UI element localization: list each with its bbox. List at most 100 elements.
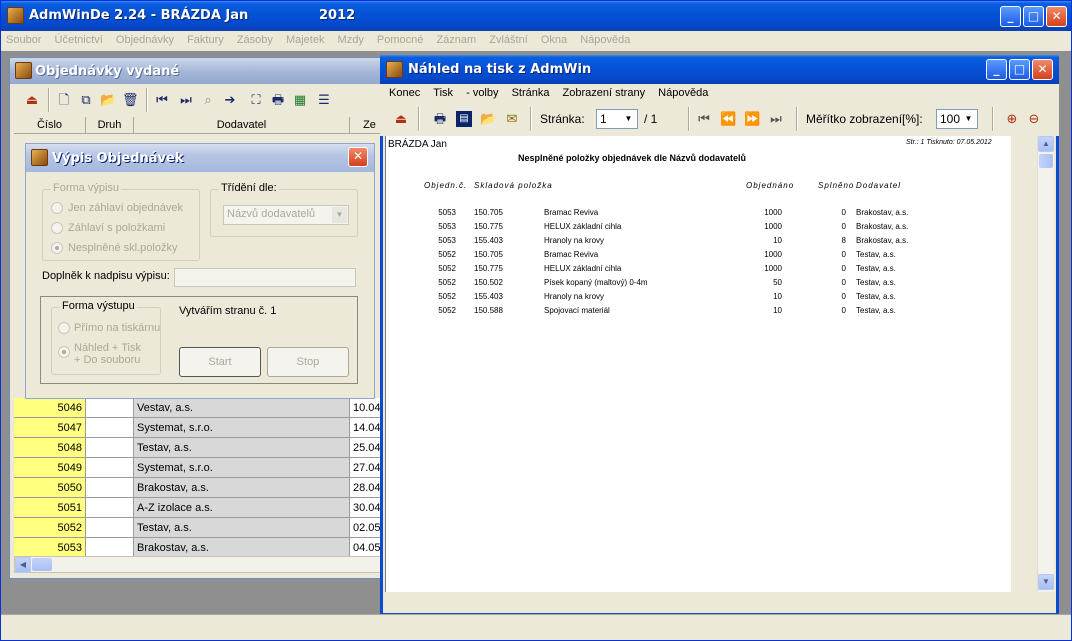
sort-select[interactable]: Názvů dodavatelů ▼ <box>223 205 349 225</box>
radio-nesplnene-polozky[interactable] <box>51 242 63 254</box>
cell-order-number[interactable]: 5047 <box>14 418 86 438</box>
col-header-druh[interactable]: Druh <box>86 117 134 134</box>
col-header-cislo[interactable]: Číslo <box>14 117 86 134</box>
last-record-icon[interactable]: ⏭ <box>178 92 194 108</box>
search-icon[interactable]: ⌕ <box>200 92 216 108</box>
preview-print-icon[interactable]: 🖶 <box>432 111 448 127</box>
preview-maximize-icon[interactable]: □ <box>1009 59 1030 80</box>
radio-jen-zahlavi[interactable] <box>51 202 63 214</box>
new-document-icon[interactable]: 🗋 <box>56 92 72 108</box>
menu-objednavky[interactable]: Objednávky <box>111 31 179 46</box>
menu-napoveda[interactable]: Nápověda <box>575 31 635 46</box>
goto-arrow-icon[interactable]: ➔ <box>222 92 238 108</box>
horizontal-scrollbar[interactable]: ◀ <box>14 556 388 573</box>
cell-supplier[interactable]: Testav, a.s. <box>134 438 350 458</box>
main-title-bar[interactable]: AdmWinDe 2.24 - BRÁZDA Jan 2012 _ □ ✕ <box>1 1 1071 31</box>
cell-supplier[interactable]: Brakostav, a.s. <box>134 538 350 558</box>
zoom-in-icon[interactable]: ⊕ <box>1004 111 1020 127</box>
start-button[interactable]: Start <box>179 347 261 377</box>
scroll-left-icon[interactable]: ◀ <box>15 557 31 573</box>
menu-soubor[interactable]: Soubor <box>1 31 46 46</box>
cell-supplier[interactable]: Systemat, s.r.o. <box>134 418 350 438</box>
menu-preview-napoveda[interactable]: Nápověda <box>653 84 713 99</box>
maximize-icon[interactable]: □ <box>1023 6 1044 27</box>
prev-page-icon[interactable]: ⏪ <box>720 111 736 127</box>
select-range-icon[interactable]: ⛶ <box>248 92 264 108</box>
close-icon[interactable]: ✕ <box>1046 6 1067 27</box>
cell-kind[interactable] <box>86 398 134 418</box>
preview-minimize-icon[interactable]: _ <box>986 59 1007 80</box>
cell-kind[interactable] <box>86 498 134 518</box>
cell-kind[interactable] <box>86 478 134 498</box>
vertical-scroll-thumb[interactable] <box>1039 154 1053 168</box>
menu-majetek[interactable]: Majetek <box>281 31 330 46</box>
cell-supplier[interactable]: A-Z izolace a.s. <box>134 498 350 518</box>
menu-pomocne[interactable]: Pomocné <box>372 31 428 46</box>
exit-door-icon[interactable]: ⏏ <box>24 92 40 108</box>
scroll-up-icon[interactable]: ▲ <box>1038 136 1054 152</box>
next-page-icon[interactable]: ⏩ <box>744 111 760 127</box>
cell-kind[interactable] <box>86 538 134 558</box>
dialog-close-icon[interactable]: ✕ <box>348 147 368 167</box>
menu-tisk[interactable]: Tisk <box>428 84 458 99</box>
radio-primo-tiskarna[interactable] <box>58 322 70 334</box>
preview-title-bar[interactable]: Náhled na tisk z AdmWin _ □ ✕ <box>380 55 1059 84</box>
first-page-icon[interactable]: ⏮ <box>696 111 712 127</box>
preview-open-folder-icon[interactable]: 📂 <box>480 111 496 127</box>
print-icon[interactable]: 🖶 <box>270 92 286 108</box>
page-select[interactable]: 1 ▼ <box>596 109 638 129</box>
doplnek-input[interactable] <box>174 268 356 287</box>
cell-order-number[interactable]: 5049 <box>14 458 86 478</box>
zoom-dropdown-arrow-icon[interactable]: ▼ <box>961 111 976 127</box>
preview-email-icon[interactable]: ✉ <box>504 111 520 127</box>
cell-supplier[interactable]: Brakostav, a.s. <box>134 478 350 498</box>
cell-order-number[interactable]: 5048 <box>14 438 86 458</box>
cell-supplier[interactable]: Systemat, s.r.o. <box>134 458 350 478</box>
dialog-title-bar[interactable]: Výpis Objednávek ✕ <box>26 144 374 172</box>
preview-exit-icon[interactable]: ⏏ <box>393 111 409 127</box>
stop-button[interactable]: Stop <box>267 347 349 377</box>
menu-mzdy[interactable]: Mzdy <box>333 31 369 46</box>
menu-konec[interactable]: Konec <box>384 84 425 99</box>
cell-kind[interactable] <box>86 518 134 538</box>
minimize-icon[interactable]: _ <box>1000 6 1021 27</box>
first-record-icon[interactable]: ⏮ <box>154 92 170 108</box>
cell-order-number[interactable]: 5053 <box>14 538 86 558</box>
open-folder-icon[interactable]: 📂 <box>100 92 116 108</box>
sort-dropdown-arrow-icon[interactable]: ▼ <box>332 207 347 223</box>
cell-kind[interactable] <box>86 438 134 458</box>
menu-zasoby[interactable]: Zásoby <box>232 31 278 46</box>
preview-vertical-scrollbar[interactable]: ▲ ▼ <box>1037 136 1054 592</box>
excel-export-icon[interactable]: ▦ <box>292 92 308 108</box>
cell-kind[interactable] <box>86 458 134 478</box>
menu-zvlastni[interactable]: Zvláštní <box>484 31 533 46</box>
scroll-thumb[interactable] <box>32 558 52 571</box>
cell-supplier[interactable]: Testav, a.s. <box>134 518 350 538</box>
menu-zaznam[interactable]: Záznam <box>431 31 481 46</box>
col-header-dodavatel[interactable]: Dodavatel <box>134 117 350 134</box>
radio-zahlavi-s-polozkami[interactable] <box>51 222 63 234</box>
preview-close-icon[interactable]: ✕ <box>1032 59 1053 80</box>
preview-settings-icon[interactable]: ▤ <box>456 111 472 127</box>
menu-okna[interactable]: Okna <box>536 31 572 46</box>
menu-volby[interactable]: - volby <box>461 84 503 99</box>
radio-nahled-tisk[interactable] <box>58 346 70 358</box>
page-dropdown-arrow-icon[interactable]: ▼ <box>621 111 636 127</box>
copy-icon[interactable]: ⧉ <box>78 92 94 108</box>
last-page-icon[interactable]: ⏭ <box>768 111 784 127</box>
cell-order-number[interactable]: 5051 <box>14 498 86 518</box>
menu-faktury[interactable]: Faktury <box>182 31 229 46</box>
cell-order-number[interactable]: 5050 <box>14 478 86 498</box>
cell-supplier[interactable]: Vestav, a.s. <box>134 398 350 418</box>
menu-stranka[interactable]: Stránka <box>507 84 555 99</box>
orders-title-bar[interactable]: Objednávky vydané <box>10 58 396 84</box>
cell-order-number[interactable]: 5046 <box>14 398 86 418</box>
zoom-select[interactable]: 100 ▼ <box>936 109 978 129</box>
delete-icon[interactable]: 🗑 <box>122 92 139 108</box>
zoom-out-icon[interactable]: ⊖ <box>1026 111 1042 127</box>
cell-kind[interactable] <box>86 418 134 438</box>
cell-order-number[interactable]: 5052 <box>14 518 86 538</box>
menu-ucetnictvi[interactable]: Účetnictví <box>50 31 108 46</box>
scroll-down-icon[interactable]: ▼ <box>1038 574 1054 590</box>
report-list-icon[interactable]: ☰ <box>316 92 332 108</box>
